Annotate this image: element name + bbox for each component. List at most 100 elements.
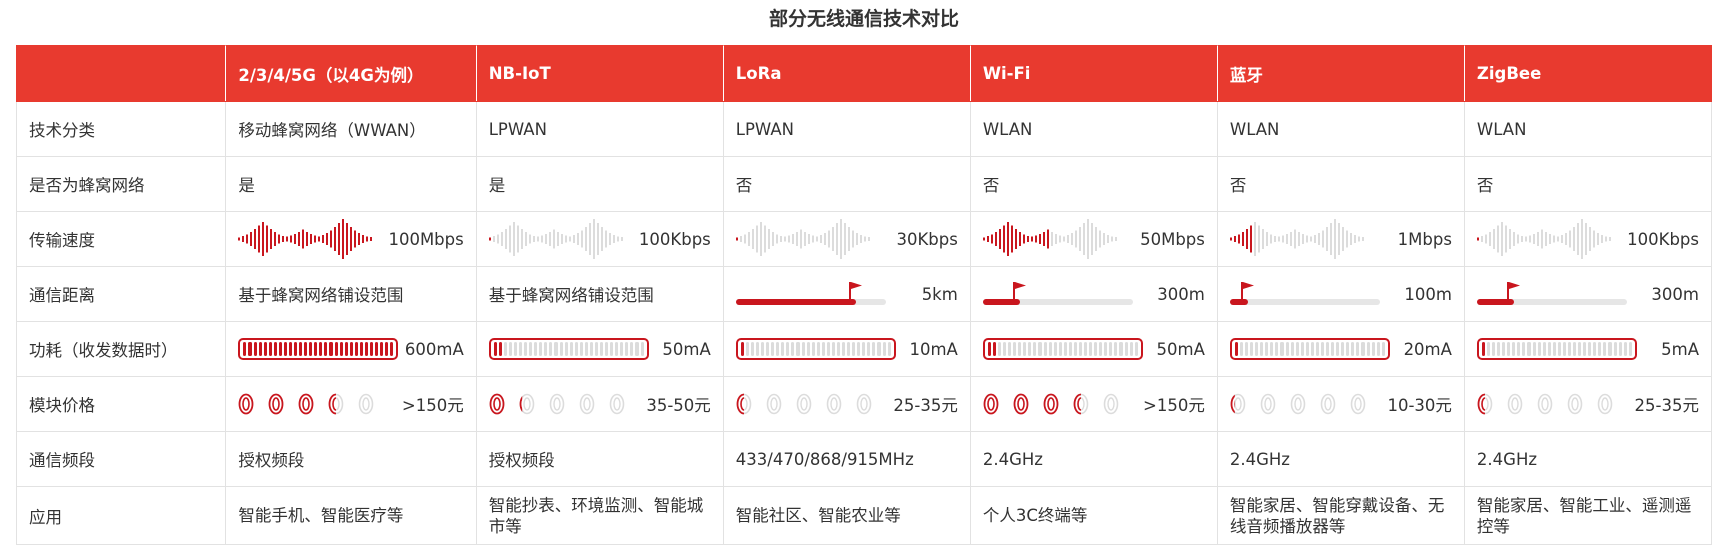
battery-segment (1265, 342, 1269, 356)
coin-icon (856, 393, 872, 415)
page-title: 部分无线通信技术对比 (768, 8, 959, 30)
speed-bar (1106, 235, 1109, 243)
speed-bar (1552, 235, 1555, 243)
coin-icon (549, 393, 565, 415)
coin-icon (1043, 393, 1059, 415)
distance-fill (735, 299, 856, 305)
battery-segment (288, 342, 292, 356)
speed-bar (1257, 225, 1260, 253)
speed-bar (600, 227, 603, 251)
speed-bar (588, 223, 591, 255)
power-cell: 50mA (475, 321, 724, 377)
battery-segment (857, 342, 861, 356)
battery-segment (349, 342, 353, 356)
power-value: 5mA (1661, 339, 1699, 359)
battery-segment (745, 342, 749, 356)
battery-segment (339, 342, 343, 356)
speed-bar (791, 234, 794, 244)
speed-bar (346, 223, 349, 255)
speed-bar (1249, 225, 1252, 253)
speed-bar (572, 235, 575, 243)
row-label: 技术分类 (15, 101, 227, 157)
battery-segment (1048, 342, 1052, 356)
battery-segment (1547, 342, 1551, 356)
speed-bar (282, 236, 285, 242)
battery-segment (294, 342, 298, 356)
speed-bar (803, 232, 806, 246)
speed-bar (1269, 234, 1272, 244)
speed-bar (528, 234, 531, 244)
coin-icon (1230, 393, 1246, 415)
battery-segment (354, 342, 358, 356)
speed-bar (1273, 236, 1276, 242)
battery-segment (600, 342, 604, 356)
speed-bar (1484, 234, 1487, 244)
battery-segment (1598, 342, 1602, 356)
price-coins (1477, 393, 1613, 415)
band-cell: 2.4GHz (969, 431, 1218, 487)
coin-icon (1477, 393, 1493, 415)
column-header: LoRa (722, 45, 971, 102)
category-cell: WLAN (969, 101, 1218, 157)
battery-segment (877, 342, 881, 356)
power-value: 20mA (1403, 339, 1452, 359)
battery-segment (1542, 342, 1546, 356)
battery-segment (334, 342, 338, 356)
battery-segment (826, 342, 830, 356)
speed-bar (508, 225, 511, 253)
speed-bar (839, 219, 842, 259)
battery-segment (887, 342, 891, 356)
battery-segment (987, 342, 991, 356)
battery-segment (1326, 342, 1330, 356)
distance-fill (1229, 299, 1248, 305)
speed-bar (1353, 235, 1356, 243)
distance-cell: 基于蜂窝网络铺设范围 (475, 266, 724, 322)
speed-bar (354, 230, 357, 248)
speed-bar (1333, 219, 1336, 259)
row-speed: 传输速度 100Mbps 100Kbps 30Kbps 50Mbps 1Mbps 100Kb… (15, 211, 1713, 267)
price-cell: 25-35元 (1463, 376, 1713, 432)
battery-segment (831, 342, 835, 356)
coin-icon (238, 393, 254, 415)
coin-icon (1507, 393, 1523, 415)
battery-segment (755, 342, 760, 356)
battery-segment (1300, 342, 1304, 356)
battery-segment (1003, 342, 1007, 356)
category-cell: 移动蜂窝网络（WWAN） (225, 101, 477, 157)
band-cell: 2.4GHz (1463, 431, 1713, 487)
battery-segment (529, 342, 533, 356)
battery-segment (1239, 342, 1243, 356)
battery-segment (309, 342, 313, 356)
battery-segment (1613, 342, 1617, 356)
speed-bar (270, 229, 273, 249)
speed-bar (266, 225, 269, 253)
speed-bar (1476, 237, 1479, 241)
speed-bar (1596, 233, 1599, 245)
speed-bar (1253, 222, 1256, 256)
battery-segment (801, 342, 805, 356)
speed-bar (564, 235, 567, 243)
speed-bar (358, 233, 361, 245)
speed-bar (238, 237, 241, 241)
battery-segment (1270, 342, 1274, 356)
speed-bar (516, 225, 519, 253)
battery-segment (268, 342, 272, 356)
battery-segment (1260, 342, 1264, 356)
battery-segment (539, 342, 543, 356)
speed-cell: 30Kbps (722, 211, 971, 267)
speed-value: 30Kbps (896, 229, 958, 249)
battery-segment (1089, 342, 1093, 356)
speed-bar (242, 236, 245, 242)
coin-icon (519, 393, 535, 415)
speed-bar (1006, 222, 1009, 256)
coin-icon (1537, 393, 1553, 415)
price-coins (983, 393, 1119, 415)
speed-bar (1528, 235, 1531, 243)
coin-icon (766, 393, 782, 415)
header-corner (15, 45, 227, 102)
battery-segment (1250, 342, 1254, 356)
speed-bar (1576, 223, 1579, 255)
battery-segment (559, 342, 563, 356)
battery-segment (771, 342, 775, 356)
battery-segment (750, 342, 754, 356)
